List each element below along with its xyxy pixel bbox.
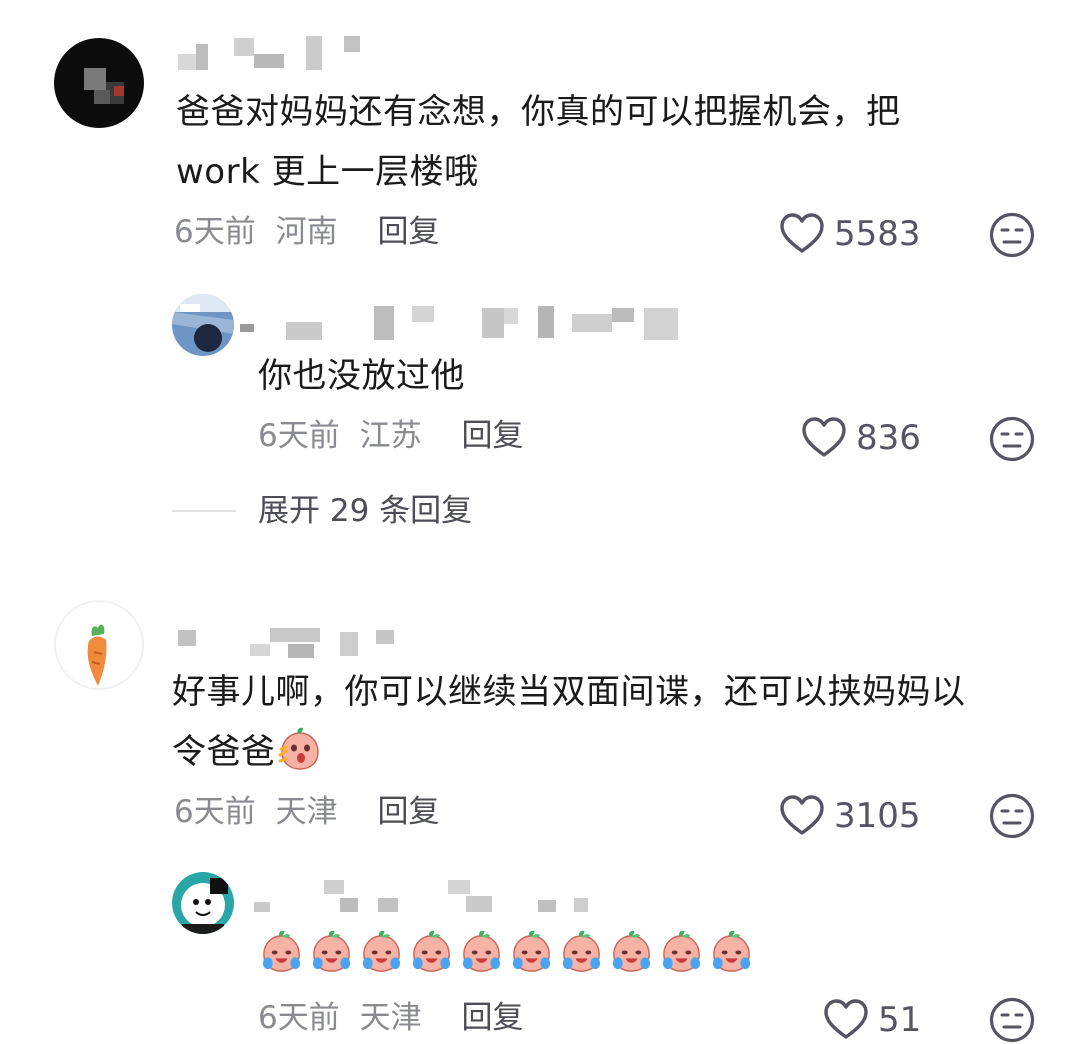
like-count: 3105 bbox=[834, 796, 921, 836]
reply-meta: 6天前 江苏 回复 bbox=[258, 414, 523, 458]
like-count: 5583 bbox=[834, 214, 921, 254]
heart-icon bbox=[822, 996, 870, 1044]
crying-peach-emoji bbox=[558, 928, 605, 975]
like-button[interactable]: 3105 bbox=[778, 792, 921, 840]
username-blurred[interactable] bbox=[178, 626, 408, 660]
expand-divider bbox=[172, 510, 236, 512]
timestamp: 6天前 bbox=[258, 418, 340, 454]
comment-text: work 更上一层楼哦 bbox=[176, 152, 479, 192]
crying-peach-emoji bbox=[308, 928, 355, 975]
avatar[interactable] bbox=[172, 294, 234, 356]
timestamp: 6天前 bbox=[174, 794, 256, 830]
shocked-peach-emoji bbox=[276, 725, 324, 773]
expand-replies-button[interactable]: 展开 29 条回复 bbox=[258, 489, 472, 533]
comment-text: 令爸爸 bbox=[172, 722, 324, 782]
comment-meta: 6天前 河南 回复 bbox=[174, 210, 439, 254]
like-button[interactable]: 836 bbox=[800, 414, 921, 462]
location: 天津 bbox=[359, 1000, 422, 1036]
crying-peach-emoji bbox=[458, 928, 505, 975]
location: 江苏 bbox=[359, 418, 422, 454]
crying-peach-emoji bbox=[258, 928, 305, 975]
reply-button[interactable]: 回复 bbox=[377, 794, 439, 830]
reply-meta: 6天前 天津 回复 bbox=[258, 996, 523, 1040]
comment-text: 爸爸对妈妈还有念想，你真的可以把握机会，把 bbox=[176, 92, 901, 132]
location: 天津 bbox=[275, 794, 338, 830]
username-blurred[interactable] bbox=[240, 878, 600, 912]
neutral-face-icon[interactable] bbox=[988, 211, 1036, 259]
reply-button[interactable]: 回复 bbox=[461, 1000, 523, 1036]
crying-peach-emoji bbox=[358, 928, 405, 975]
username-blurred[interactable] bbox=[178, 36, 368, 70]
crying-peach-emoji bbox=[608, 928, 655, 975]
crying-peach-emoji bbox=[508, 928, 555, 975]
heart-icon bbox=[778, 792, 826, 840]
reply-emoji-row bbox=[258, 928, 755, 975]
neutral-face-icon[interactable] bbox=[988, 792, 1036, 840]
like-count: 51 bbox=[878, 1000, 922, 1040]
avatar[interactable] bbox=[172, 872, 234, 934]
reply-text: 你也没放过他 bbox=[258, 356, 465, 396]
crying-peach-emoji bbox=[708, 928, 755, 975]
crying-peach-emoji bbox=[408, 928, 455, 975]
username-blurred[interactable] bbox=[240, 304, 690, 340]
timestamp: 6天前 bbox=[174, 214, 256, 250]
location: 河南 bbox=[275, 214, 338, 250]
heart-icon bbox=[800, 414, 848, 462]
neutral-face-icon[interactable] bbox=[988, 415, 1036, 463]
reply-button[interactable]: 回复 bbox=[377, 214, 439, 250]
crying-peach-emoji bbox=[658, 928, 705, 975]
reply-button[interactable]: 回复 bbox=[461, 418, 523, 454]
like-button[interactable]: 51 bbox=[822, 996, 921, 1044]
timestamp: 6天前 bbox=[258, 1000, 340, 1036]
heart-icon bbox=[778, 210, 826, 258]
like-button[interactable]: 5583 bbox=[778, 210, 921, 258]
avatar[interactable] bbox=[54, 600, 144, 690]
like-count: 836 bbox=[856, 418, 921, 458]
avatar[interactable] bbox=[54, 38, 144, 128]
neutral-face-icon[interactable] bbox=[988, 996, 1036, 1044]
comment-meta: 6天前 天津 回复 bbox=[174, 790, 439, 834]
comment-text: 好事儿啊，你可以继续当双面间谍，还可以挟妈妈以 bbox=[172, 672, 966, 712]
